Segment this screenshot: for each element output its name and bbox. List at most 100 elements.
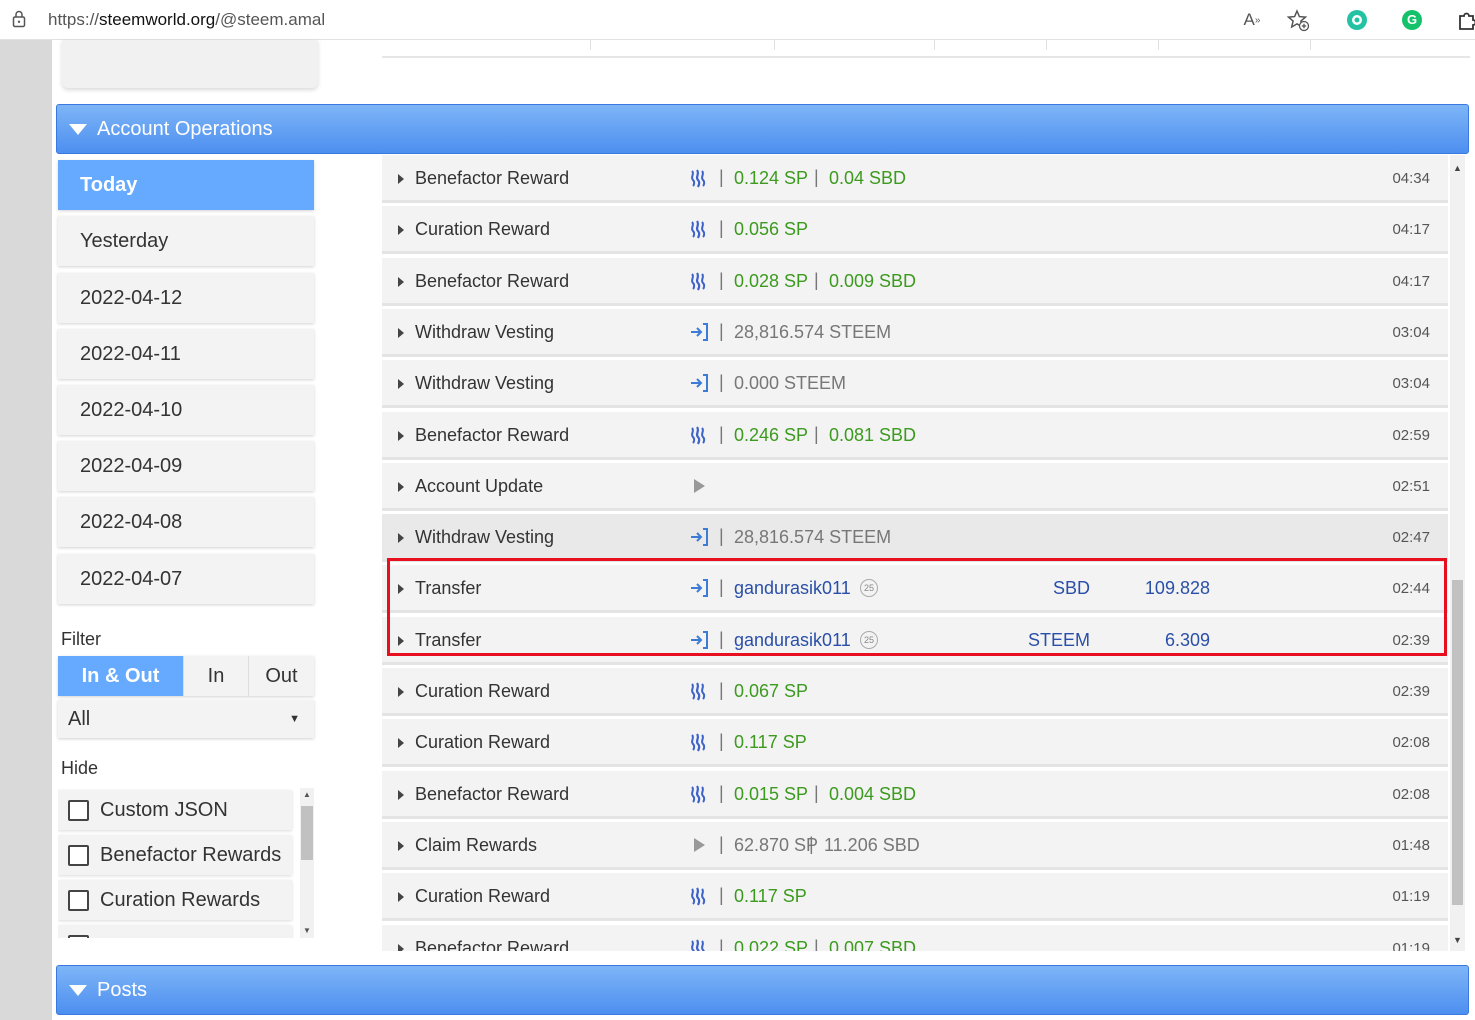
expand-caret-icon[interactable] xyxy=(398,892,404,903)
expand-caret-icon[interactable] xyxy=(398,789,404,800)
url-field[interactable]: https://steemworld.org/@steem.amal xyxy=(48,10,325,30)
read-aloud-icon[interactable]: A» xyxy=(1240,8,1264,32)
steem-icon xyxy=(688,937,710,951)
operation-name: Withdraw Vesting xyxy=(415,373,555,394)
checkbox-icon[interactable] xyxy=(68,935,89,938)
hide-custom-json[interactable]: Custom JSON xyxy=(58,790,292,830)
expand-caret-icon[interactable] xyxy=(398,481,404,492)
steem-icon xyxy=(688,783,710,805)
steem-icon xyxy=(688,167,710,189)
hide-label: Hide xyxy=(61,758,99,778)
separator: | xyxy=(814,269,819,290)
operation-value-secondary: 0.081 SBD xyxy=(829,424,917,445)
read-aloud-mark: » xyxy=(1254,14,1261,26)
operation-time: 03:04 xyxy=(1392,375,1430,393)
operation-name: Claim Rewards xyxy=(415,834,538,855)
expand-caret-icon[interactable] xyxy=(398,738,404,749)
operation-name: Curation Reward xyxy=(415,681,551,701)
grammarly-icon[interactable]: G xyxy=(1400,8,1424,32)
expand-caret-icon[interactable] xyxy=(398,276,404,287)
expand-caret-icon[interactable] xyxy=(398,379,404,390)
hide-next-item[interactable] xyxy=(58,925,292,938)
expand-caret-icon[interactable] xyxy=(398,327,404,338)
operation-time: 02:39 xyxy=(1392,683,1430,700)
operation-value-secondary: 0.004 SBD xyxy=(829,783,917,804)
day-2022-04-11[interactable]: 2022-04-11 xyxy=(58,329,314,379)
expand-caret-icon[interactable] xyxy=(398,430,404,441)
hide-list-scrollbar[interactable]: ▲ ▼ xyxy=(300,788,314,938)
day-2022-04-10[interactable]: 2022-04-10 xyxy=(58,385,314,435)
account-operations-header[interactable]: Account Operations xyxy=(56,104,1469,154)
scroll-up-arrow-icon[interactable]: ▲ xyxy=(1453,163,1462,173)
operation-row[interactable]: Withdraw Vesting | 28,816.574 STEEM 03:04 xyxy=(382,308,1448,357)
expand-caret-icon[interactable] xyxy=(398,840,404,851)
day-2022-04-08[interactable]: 2022-04-08 xyxy=(58,497,314,547)
dropdown-arrow-icon: ▼ xyxy=(289,713,300,725)
operation-name: Withdraw Vesting xyxy=(415,527,555,548)
operation-value: 0.067 SP xyxy=(734,681,809,701)
operation-type-select[interactable]: All ▼ xyxy=(58,700,314,738)
operation-row[interactable]: Benefactor Reward | 0.124 SP | 0.04 SBD 04:34 xyxy=(382,155,1448,203)
expand-caret-icon[interactable] xyxy=(398,174,404,184)
scroll-thumb[interactable] xyxy=(1452,580,1463,905)
hide-item-label: Benefactor Rewards xyxy=(100,844,282,866)
day-2022-04-09[interactable]: 2022-04-09 xyxy=(58,441,314,491)
filter-out[interactable]: Out xyxy=(249,656,314,696)
operation-value: 0.117 SP xyxy=(734,886,807,907)
day-2022-04-07[interactable]: 2022-04-07 xyxy=(58,554,314,604)
operation-name: Benefactor Reward xyxy=(415,270,570,291)
operation-value-secondary: 0.04 SBD xyxy=(829,168,907,188)
scroll-down-arrow-icon[interactable]: ▼ xyxy=(1453,935,1462,945)
posts-header[interactable]: Posts xyxy=(56,965,1469,1015)
operation-row[interactable]: Benefactor Reward | 0.246 SP | 0.081 SBD 02:5… xyxy=(382,411,1448,460)
scroll-down-arrow-icon[interactable]: ▼ xyxy=(303,926,311,935)
steem-icon xyxy=(688,218,710,240)
operation-value: 0.015 SP xyxy=(734,783,809,804)
hide-curation-rewards[interactable]: Curation Rewards xyxy=(58,880,292,920)
day-today[interactable]: Today xyxy=(58,160,314,210)
puzzle-extensions-icon[interactable] xyxy=(1455,8,1475,32)
operation-row[interactable]: Benefactor Reward | 0.015 SP | 0.004 SBD 02:0… xyxy=(382,770,1448,819)
operation-row[interactable]: Benefactor Reward | 0.028 SP | 0.009 SBD 04:1… xyxy=(382,257,1448,306)
expand-caret-icon[interactable] xyxy=(398,943,404,951)
operation-value-secondary: 0.009 SBD xyxy=(829,270,917,291)
filter-in[interactable]: In xyxy=(184,656,249,696)
separator: | xyxy=(814,782,819,803)
separator: | xyxy=(719,782,724,803)
operation-row[interactable]: Curation Reward | 0.067 SP 02:39 xyxy=(382,668,1448,716)
operation-name: Curation Reward xyxy=(415,732,551,753)
operation-time: 02:08 xyxy=(1392,734,1430,752)
operation-row[interactable]: Curation Reward | 0.117 SP 02:08 xyxy=(382,719,1448,768)
expand-caret-icon[interactable] xyxy=(398,687,404,697)
read-aloud-label: A xyxy=(1243,10,1255,29)
favorite-star-icon[interactable] xyxy=(1286,8,1310,32)
arrow-in-icon xyxy=(688,372,710,394)
operation-value-secondary: 0.007 SBD xyxy=(829,937,917,952)
lock-icon xyxy=(12,10,26,28)
operation-row[interactable]: Account Update 02:51 xyxy=(382,462,1448,511)
operation-row[interactable]: Claim Rewards | 62.870 SP | 11.206 SBD 01:48 xyxy=(382,821,1448,870)
steem-icon xyxy=(688,885,710,907)
operation-value: 0.117 SP xyxy=(734,732,807,753)
checkbox-icon[interactable] xyxy=(68,845,89,866)
operation-value: 0.124 SP xyxy=(734,168,809,188)
filter-in-out[interactable]: In & Out xyxy=(58,656,184,696)
scroll-thumb[interactable] xyxy=(301,806,313,860)
operation-row[interactable]: Curation Reward | 0.117 SP 01:19 xyxy=(382,873,1448,922)
operation-row[interactable]: Withdraw Vesting | 28,816.574 STEEM 02:47 xyxy=(382,514,1448,563)
checkbox-icon[interactable] xyxy=(68,800,89,821)
expand-caret-icon[interactable] xyxy=(398,225,404,236)
scroll-up-arrow-icon[interactable]: ▲ xyxy=(303,790,311,799)
operations-scrollbar[interactable]: ▲ ▼ xyxy=(1450,155,1465,951)
hide-benefactor-rewards[interactable]: Benefactor Rewards xyxy=(58,835,292,875)
checkbox-icon[interactable] xyxy=(68,890,89,911)
extension-edge-icon[interactable] xyxy=(1345,8,1369,32)
operation-row[interactable]: Benefactor Reward | 0.022 SP | 0.007 SBD 01:1… xyxy=(382,924,1448,952)
separator: | xyxy=(814,423,819,444)
operation-row[interactable]: Curation Reward | 0.056 SP 04:17 xyxy=(382,206,1448,255)
expand-caret-icon[interactable] xyxy=(398,533,404,544)
operation-row[interactable]: Withdraw Vesting | 0.000 STEEM 03:04 xyxy=(382,360,1448,409)
separator: | xyxy=(719,167,724,187)
day-yesterday[interactable]: Yesterday xyxy=(58,216,314,266)
day-2022-04-12[interactable]: 2022-04-12 xyxy=(58,273,314,323)
